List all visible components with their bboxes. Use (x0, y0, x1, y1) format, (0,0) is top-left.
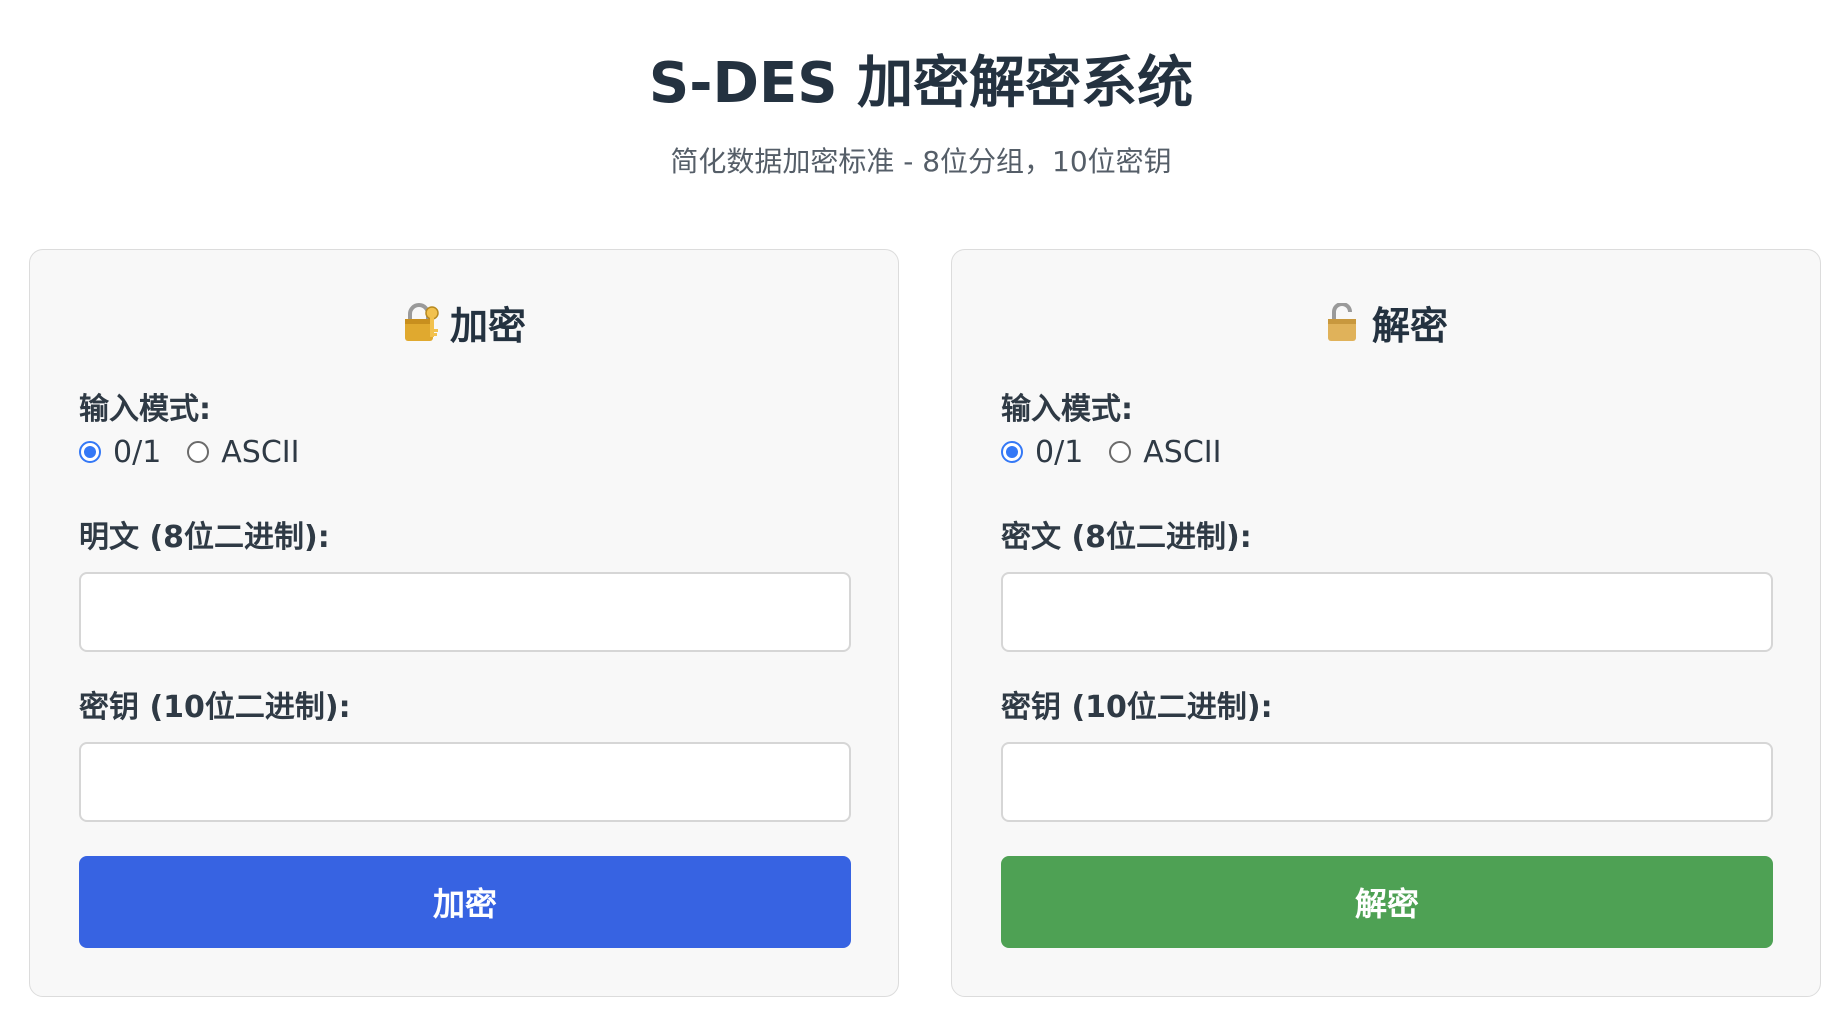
encrypt-panel-header: 加密 (30, 300, 898, 352)
page: S-DES 加密解密系统 简化数据加密标准 - 8位分组，10位密钥 加密 输入… (0, 0, 1842, 1020)
decrypt-key-label: 密钥 (10位二进制): (1001, 690, 1273, 725)
decrypt-panel: 解密 输入模式: 0/1 ASCII 密文 (8位二进制): 密钥 (10位二进… (951, 249, 1821, 997)
plaintext-label: 明文 (8位二进制): (79, 520, 330, 555)
encrypt-mode-option-ascii[interactable]: ASCII (221, 435, 299, 470)
encrypt-panel-title: 加密 (449, 304, 526, 348)
ciphertext-label: 密文 (8位二进制): (1001, 520, 1252, 555)
encrypt-mode-radio-ascii[interactable] (187, 441, 210, 463)
ciphertext-input[interactable] (1001, 572, 1773, 652)
decrypt-panel-title: 解密 (1371, 304, 1448, 348)
page-subtitle: 简化数据加密标准 - 8位分组，10位密钥 (670, 145, 1172, 178)
panels: 加密 输入模式: 0/1 ASCII 明文 (8位二进制): 密钥 (10位二进… (29, 249, 1821, 999)
decrypt-mode-radio-ascii[interactable] (1109, 441, 1132, 463)
encrypt-key-label: 密钥 (10位二进制): (79, 690, 351, 725)
decrypt-mode-radio-group: 0/1 ASCII (1001, 432, 1248, 472)
encrypt-mode-radio-binary[interactable] (79, 441, 101, 463)
plaintext-input[interactable] (79, 572, 851, 652)
page-title: S-DES 加密解密系统 (648, 51, 1194, 116)
encrypt-mode-option-binary[interactable]: 0/1 (113, 435, 161, 470)
decrypt-key-input[interactable] (1001, 742, 1773, 822)
encrypt-button[interactable]: 加密 (79, 856, 851, 948)
open-lock-icon (1324, 302, 1362, 343)
decrypt-panel-header: 解密 (952, 300, 1820, 352)
encrypt-mode-radio-group: 0/1 ASCII (79, 432, 326, 472)
decrypt-mode-option-ascii[interactable]: ASCII (1143, 435, 1221, 470)
encrypt-mode-label: 输入模式: (79, 392, 211, 427)
header: S-DES 加密解密系统 简化数据加密标准 - 8位分组，10位密钥 (0, 0, 1842, 182)
decrypt-mode-option-binary[interactable]: 0/1 (1035, 435, 1083, 470)
decrypt-mode-radio-binary[interactable] (1001, 441, 1023, 463)
lock-with-key-icon (402, 303, 440, 343)
encrypt-key-input[interactable] (79, 742, 851, 822)
decrypt-mode-label: 输入模式: (1001, 392, 1133, 427)
encrypt-panel: 加密 输入模式: 0/1 ASCII 明文 (8位二进制): 密钥 (10位二进… (29, 249, 899, 997)
decrypt-button[interactable]: 解密 (1001, 856, 1773, 948)
